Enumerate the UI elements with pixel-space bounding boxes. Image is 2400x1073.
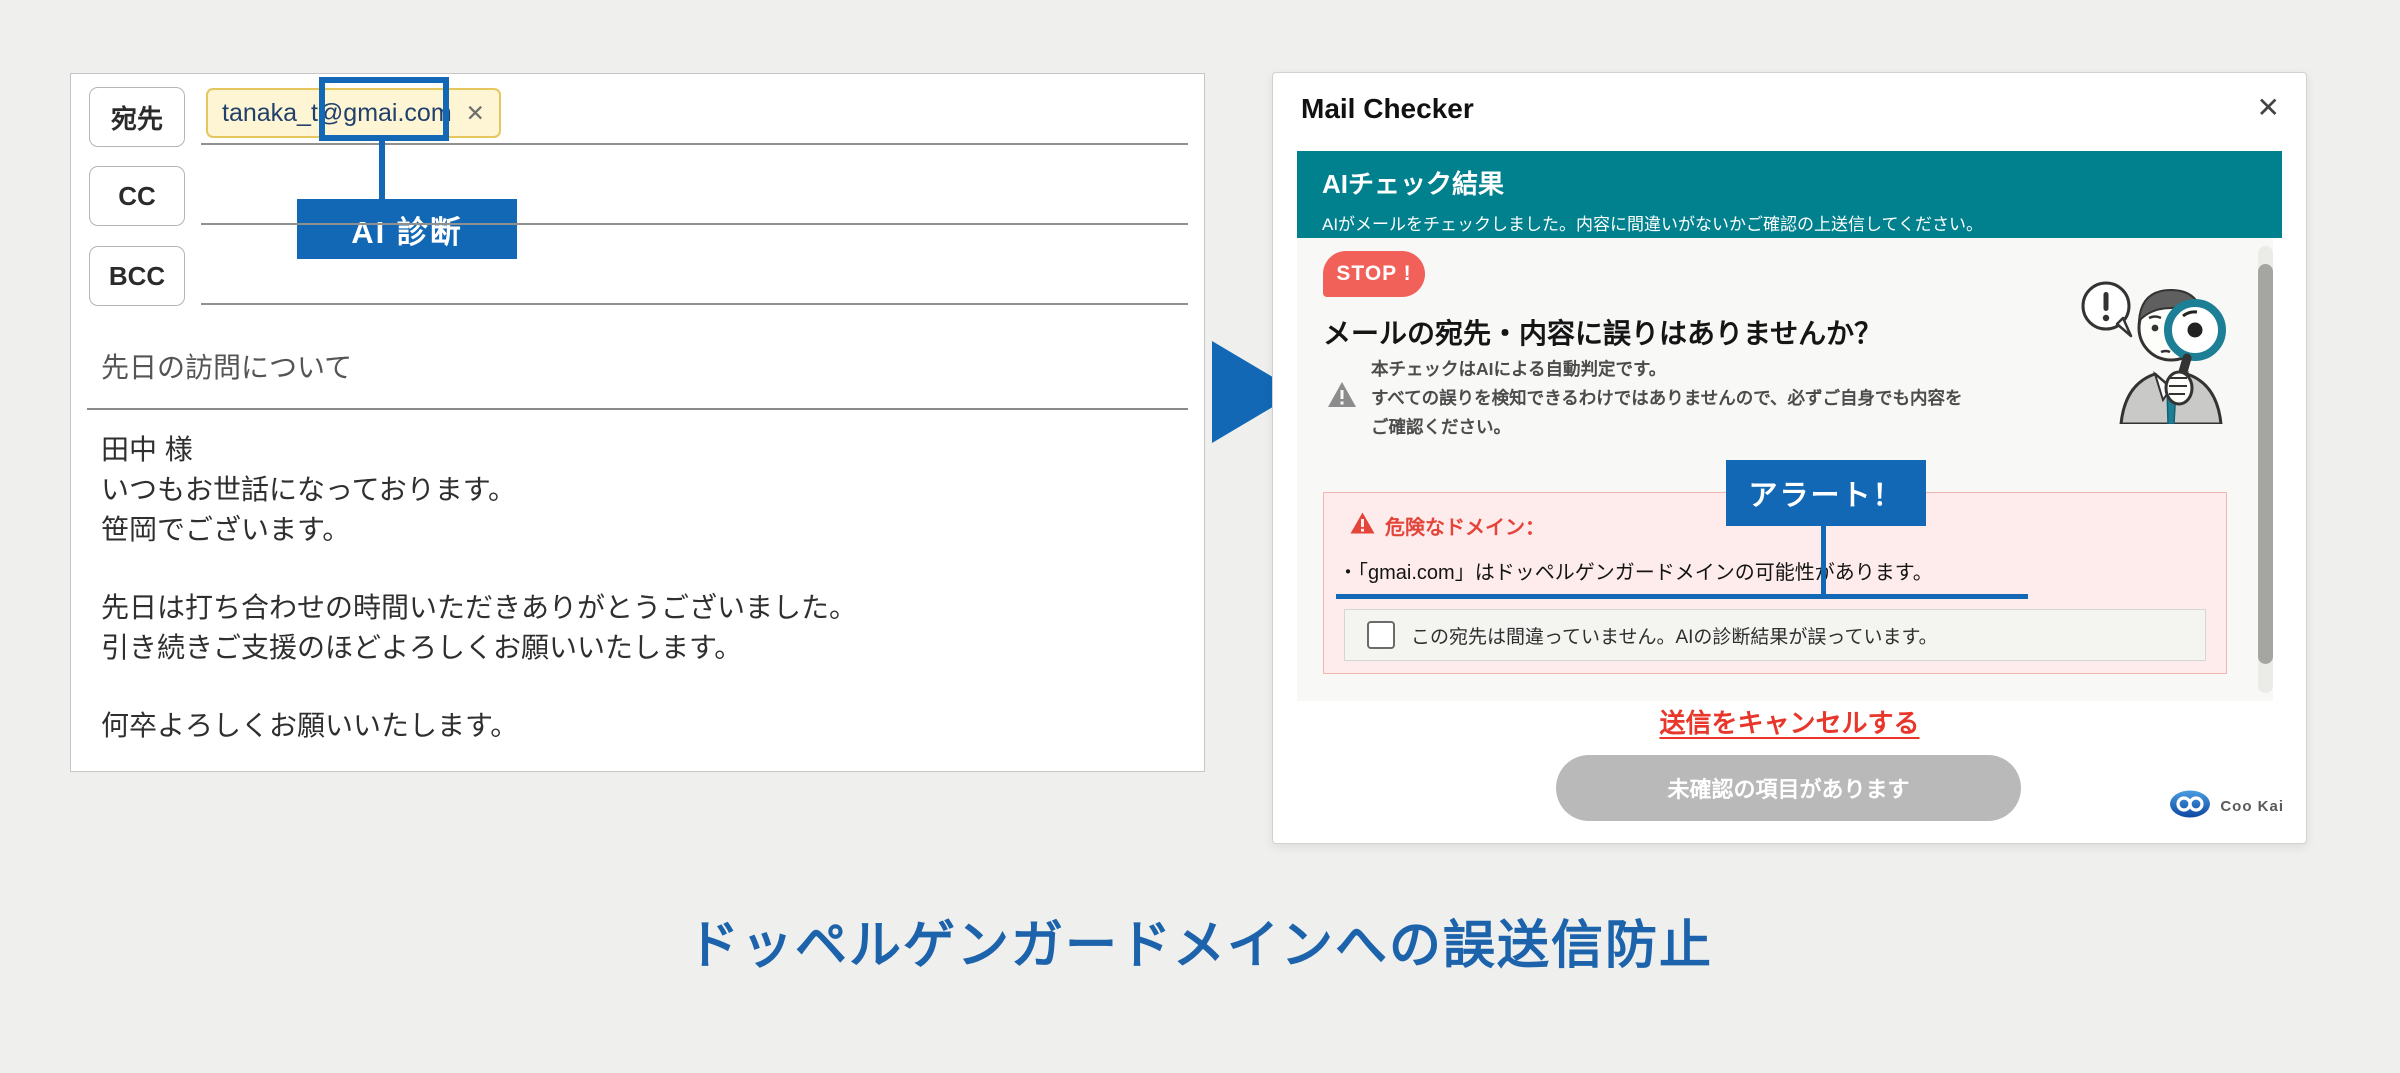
confirm-checkbox[interactable]: [1367, 621, 1395, 649]
warning-triangle-red-icon: [1350, 512, 1375, 539]
body-paragraph-closing: 何卒よろしくお願いいたします。: [101, 706, 1174, 746]
check-result-content: STOP ! メールの宛先・内容に誤りはありませんか？ 本チェックはAIによる自…: [1297, 238, 2273, 701]
magnifier-person-illustration: [2079, 266, 2247, 429]
cookai-logo: Coo Kai: [2169, 789, 2284, 824]
to-row-divider: [201, 143, 1188, 145]
danger-domain-heading: 危険なドメイン：: [1350, 511, 1545, 540]
banner-title: AIチェック結果: [1322, 164, 2257, 201]
ai-diagnosis-callout: AI 診断: [297, 199, 517, 259]
bottom-caption: ドッペルゲンガードメインへの誤送信防止: [0, 903, 2400, 978]
confirm-row: この宛先は間違っていません。AIの診断結果が誤っています。: [1344, 609, 2206, 661]
confirm-checkbox-label: この宛先は間違っていません。AIの診断結果が誤っています。: [1411, 622, 1938, 649]
bcc-field-button[interactable]: BCC: [89, 246, 185, 306]
cancel-send-link[interactable]: 送信をキャンセルする: [1659, 708, 1919, 738]
alert-underline: [1336, 594, 2028, 599]
banner-subtitle: AIがメールをチェックしました。内容に間違いがないかご確認の上送信してください。: [1322, 210, 2257, 235]
danger-domain-label: 危険なドメイン：: [1385, 511, 1545, 540]
chip-remove-icon[interactable]: ✕: [466, 100, 485, 127]
cancel-send-link-wrap: 送信をキャンセルする: [1273, 703, 2306, 740]
email-body[interactable]: 田中 様 いつもお世話になっております。 笹岡でございます。 先日は打ち合わせの…: [101, 430, 1174, 746]
ai-disclaimer-text: 本チェックはAIによる自動判定です。 すべての誤りを検知できるわけではありません…: [1371, 355, 1963, 442]
cookai-logo-text: Coo Kai: [2220, 798, 2284, 815]
bcc-row-divider: [201, 303, 1188, 305]
dialog-title: Mail Checker: [1301, 93, 1474, 125]
ai-disclaimer-note: 本チェックはAIによる自動判定です。 すべての誤りを検知できるわけではありません…: [1327, 355, 1963, 442]
stop-badge: STOP !: [1323, 251, 1425, 297]
cc-row-divider: [201, 223, 1188, 225]
close-icon[interactable]: ✕: [2257, 91, 2280, 124]
subject-text[interactable]: 先日の訪問について: [101, 346, 352, 386]
unconfirmed-items-button[interactable]: 未確認の項目があります: [1556, 755, 2021, 821]
cookai-logo-icon: [2169, 789, 2213, 824]
email-compose-panel: 宛先 tanaka_t@gmai.com ✕ AI 診断 CC BCC 先日の訪…: [70, 73, 1205, 772]
alert-callout-connector-line: [1821, 526, 1826, 596]
alert-callout: アラート！: [1726, 460, 1926, 526]
cc-field-button[interactable]: CC: [89, 166, 185, 226]
mail-checker-dialog: Mail Checker ✕ AIチェック結果 AIがメールをチェックしました。…: [1272, 72, 2307, 844]
body-paragraph-greeting: 田中 様 いつもお世話になっております。 笹岡でございます。: [101, 430, 1174, 550]
danger-domain-item: ・「gmai.com」はドッペルゲンガードメインの可能性があります。: [1338, 556, 1933, 585]
scrollbar-thumb[interactable]: [2258, 264, 2273, 664]
to-field-button[interactable]: 宛先: [89, 87, 185, 147]
subject-divider: [87, 408, 1188, 410]
ai-check-result-banner: AIチェック結果 AIがメールをチェックしました。内容に間違いがないかご確認の上…: [1297, 151, 2282, 238]
ai-callout-connector-line: [379, 141, 385, 199]
check-question-heading: メールの宛先・内容に誤りはありませんか？: [1323, 312, 1882, 352]
warning-triangle-gray-icon: [1327, 381, 1357, 413]
body-paragraph-main: 先日は打ち合わせの時間いただきありがとうございました。 引き続きご支援のほどよろ…: [101, 588, 1174, 668]
domain-highlight-box: [319, 77, 449, 141]
screenshot-canvas: 宛先 tanaka_t@gmai.com ✕ AI 診断 CC BCC 先日の訪…: [0, 0, 2400, 1073]
